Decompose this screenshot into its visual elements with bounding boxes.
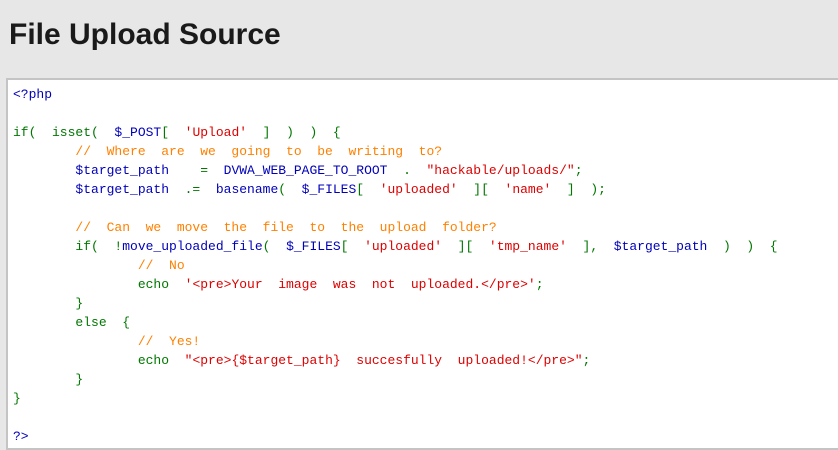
code-token-default: ], bbox=[566, 239, 614, 254]
code-token-default: ( bbox=[278, 182, 302, 197]
code-token-default: ][ bbox=[442, 239, 489, 254]
code-token-default: = bbox=[169, 163, 224, 178]
code-line: } bbox=[13, 294, 778, 313]
code-token-default: ( bbox=[262, 239, 287, 254]
page-title: File Upload Source bbox=[9, 18, 281, 51]
code-line: else { bbox=[13, 313, 778, 332]
source-code: <?php if( isset( $_POST[ 'Upload' ] ) ) {… bbox=[13, 85, 778, 446]
code-token-default: ] ) ) { bbox=[247, 125, 341, 140]
code-token-com: // No bbox=[13, 258, 185, 273]
code-token-default: } bbox=[13, 296, 84, 311]
code-token-com: // Where are we going to be writing to? bbox=[13, 144, 443, 159]
code-token-str: 'Upload' bbox=[184, 125, 248, 140]
code-line: // Can we move the file to the upload fo… bbox=[13, 218, 778, 237]
code-line: ?> bbox=[13, 427, 778, 446]
code-token-default: [ bbox=[356, 182, 380, 197]
code-token-str: 'tmp_name' bbox=[488, 239, 567, 254]
code-token-tag: <?php bbox=[13, 87, 53, 102]
code-token-str: 'uploaded' bbox=[364, 239, 443, 254]
code-token-str: 'name' bbox=[504, 182, 552, 197]
code-token-var: $target_path bbox=[13, 163, 170, 178]
code-token-default: [ bbox=[161, 125, 185, 140]
code-token-default: echo bbox=[13, 353, 185, 368]
code-token-var: $target_path bbox=[13, 182, 170, 197]
code-token-str: 'uploaded' bbox=[379, 182, 458, 197]
code-token-default: } bbox=[13, 372, 84, 387]
code-token-var: move_uploaded_file bbox=[122, 239, 263, 254]
code-token-default: ] ); bbox=[551, 182, 606, 197]
code-token-tag: ?> bbox=[13, 429, 29, 444]
code-line: <?php bbox=[13, 85, 778, 104]
code-token-default: } bbox=[13, 391, 21, 406]
code-line: echo "<pre>{$target_path} succesfully up… bbox=[13, 351, 778, 370]
code-token-default: if( isset( bbox=[13, 125, 115, 140]
code-token-var: DVWA_WEB_PAGE_TO_ROOT bbox=[223, 163, 388, 178]
code-token-default: echo bbox=[13, 277, 185, 292]
code-token-var: $_FILES bbox=[286, 239, 341, 254]
source-code-panel: <?php if( isset( $_POST[ 'Upload' ] ) ) {… bbox=[6, 78, 838, 450]
code-token-default: ; bbox=[574, 163, 583, 178]
code-token-var: $target_path bbox=[613, 239, 708, 254]
code-token-default: ; bbox=[535, 277, 544, 292]
code-token-default: if( ! bbox=[13, 239, 123, 254]
code-token-str: "hackable/uploads/" bbox=[426, 163, 575, 178]
code-line: } bbox=[13, 389, 778, 408]
code-token-default: .= bbox=[169, 182, 216, 197]
code-token-com: // Can we move the file to the upload fo… bbox=[13, 220, 497, 235]
code-token-var: $_POST bbox=[114, 125, 162, 140]
code-token-default: . bbox=[387, 163, 427, 178]
code-token-str: "<pre>{$target_path} succesfully uploade… bbox=[184, 353, 583, 368]
code-line: // Yes! bbox=[13, 332, 778, 351]
code-token-default: ][ bbox=[457, 182, 505, 197]
code-token-default: ) ) { bbox=[707, 239, 778, 254]
code-token-com: // Yes! bbox=[13, 334, 201, 349]
code-line: if( !move_uploaded_file( $_FILES[ 'uploa… bbox=[13, 237, 778, 256]
code-token-default: else { bbox=[13, 315, 131, 330]
code-line: $target_path .= basename( $_FILES[ 'uplo… bbox=[13, 180, 778, 199]
code-line: } bbox=[13, 370, 778, 389]
code-line: if( isset( $_POST[ 'Upload' ] ) ) { bbox=[13, 123, 778, 142]
code-token-default: ; bbox=[582, 353, 591, 368]
code-token-var: basename bbox=[215, 182, 279, 197]
code-line: echo '<pre>Your image was not uploaded.<… bbox=[13, 275, 778, 294]
code-token-str: '<pre>Your image was not uploaded.</pre>… bbox=[184, 277, 536, 292]
code-line: // Where are we going to be writing to? bbox=[13, 142, 778, 161]
code-token-var: $_FILES bbox=[301, 182, 357, 197]
code-token-default: [ bbox=[340, 239, 365, 254]
code-line: // No bbox=[13, 256, 778, 275]
code-line: $target_path = DVWA_WEB_PAGE_TO_ROOT . "… bbox=[13, 161, 778, 180]
